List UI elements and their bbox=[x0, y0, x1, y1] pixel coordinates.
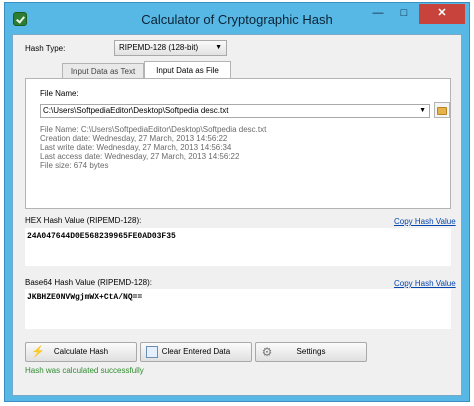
calculate-hash-button[interactable]: ⚡ Calculate Hash bbox=[25, 342, 137, 362]
settings-button[interactable]: ⚙ Settings bbox=[255, 342, 367, 362]
base64-hash-value: JKBHZE0NVWgjmWX+CtA/NQ== bbox=[27, 293, 143, 302]
chevron-down-icon: ▼ bbox=[215, 44, 222, 51]
hash-type-label: Hash Type: bbox=[25, 44, 66, 53]
base64-hash-field[interactable]: JKBHZE0NVWgjmWX+CtA/NQ== bbox=[25, 289, 451, 329]
file-input-panel: File Name: C:\Users\SoftpediaEditor\Desk… bbox=[25, 78, 451, 209]
file-info-modified: Last write date: Wednesday, 27 March, 20… bbox=[40, 143, 232, 152]
lightning-icon: ⚡ bbox=[31, 346, 45, 358]
browse-file-button[interactable] bbox=[434, 102, 450, 118]
calculate-hash-label: Calculate Hash bbox=[53, 347, 109, 356]
chevron-down-icon: ▼ bbox=[419, 107, 426, 114]
hex-hash-field[interactable]: 24A047644D0E568239965FE0AD03F35 bbox=[25, 228, 451, 266]
minimize-button[interactable]: — bbox=[365, 4, 391, 24]
copy-base64-hash-link[interactable]: Copy Hash Value bbox=[394, 279, 456, 288]
app-window: Calculator of Cryptographic Hash — □ ✕ H… bbox=[4, 2, 470, 402]
close-button[interactable]: ✕ bbox=[419, 4, 465, 24]
base64-hash-label: Base64 Hash Value (RIPEMD-128): bbox=[25, 278, 153, 287]
file-info-size: File size: 674 bytes bbox=[40, 161, 109, 170]
folder-icon bbox=[437, 107, 447, 115]
title-bar: Calculator of Cryptographic Hash — □ ✕ bbox=[5, 3, 469, 34]
status-message: Hash was calculated successfully bbox=[25, 366, 144, 375]
tab-input-file[interactable]: Input Data as File bbox=[144, 61, 231, 79]
document-icon bbox=[146, 346, 158, 358]
file-info-created: Creation date: Wednesday, 27 March, 2013… bbox=[40, 134, 228, 143]
file-name-label: File Name: bbox=[40, 89, 79, 98]
hex-hash-label: HEX Hash Value (RIPEMD-128): bbox=[25, 216, 142, 225]
file-info-accessed: Last access date: Wednesday, 27 March, 2… bbox=[40, 152, 240, 161]
file-path-combo[interactable]: C:\Users\SoftpediaEditor\Desktop\Softped… bbox=[40, 104, 430, 118]
file-info-name: File Name: C:\Users\SoftpediaEditor\Desk… bbox=[40, 125, 267, 134]
clear-data-button[interactable]: Clear Entered Data bbox=[140, 342, 252, 362]
file-path-value: C:\Users\SoftpediaEditor\Desktop\Softped… bbox=[43, 106, 229, 115]
hash-type-select[interactable]: RIPEMD-128 (128-bit) ▼ bbox=[114, 40, 227, 56]
settings-label: Settings bbox=[296, 347, 326, 356]
maximize-button[interactable]: □ bbox=[391, 4, 417, 24]
clear-data-label: Clear Entered Data bbox=[161, 347, 231, 356]
copy-hex-hash-link[interactable]: Copy Hash Value bbox=[394, 217, 456, 226]
window-client: Hash Type: RIPEMD-128 (128-bit) ▼ Input … bbox=[12, 34, 462, 396]
tab-input-text[interactable]: Input Data as Text bbox=[62, 63, 144, 79]
hex-hash-value: 24A047644D0E568239965FE0AD03F35 bbox=[27, 232, 176, 241]
gear-icon: ⚙ bbox=[261, 345, 273, 359]
hash-type-value: RIPEMD-128 (128-bit) bbox=[119, 43, 199, 52]
